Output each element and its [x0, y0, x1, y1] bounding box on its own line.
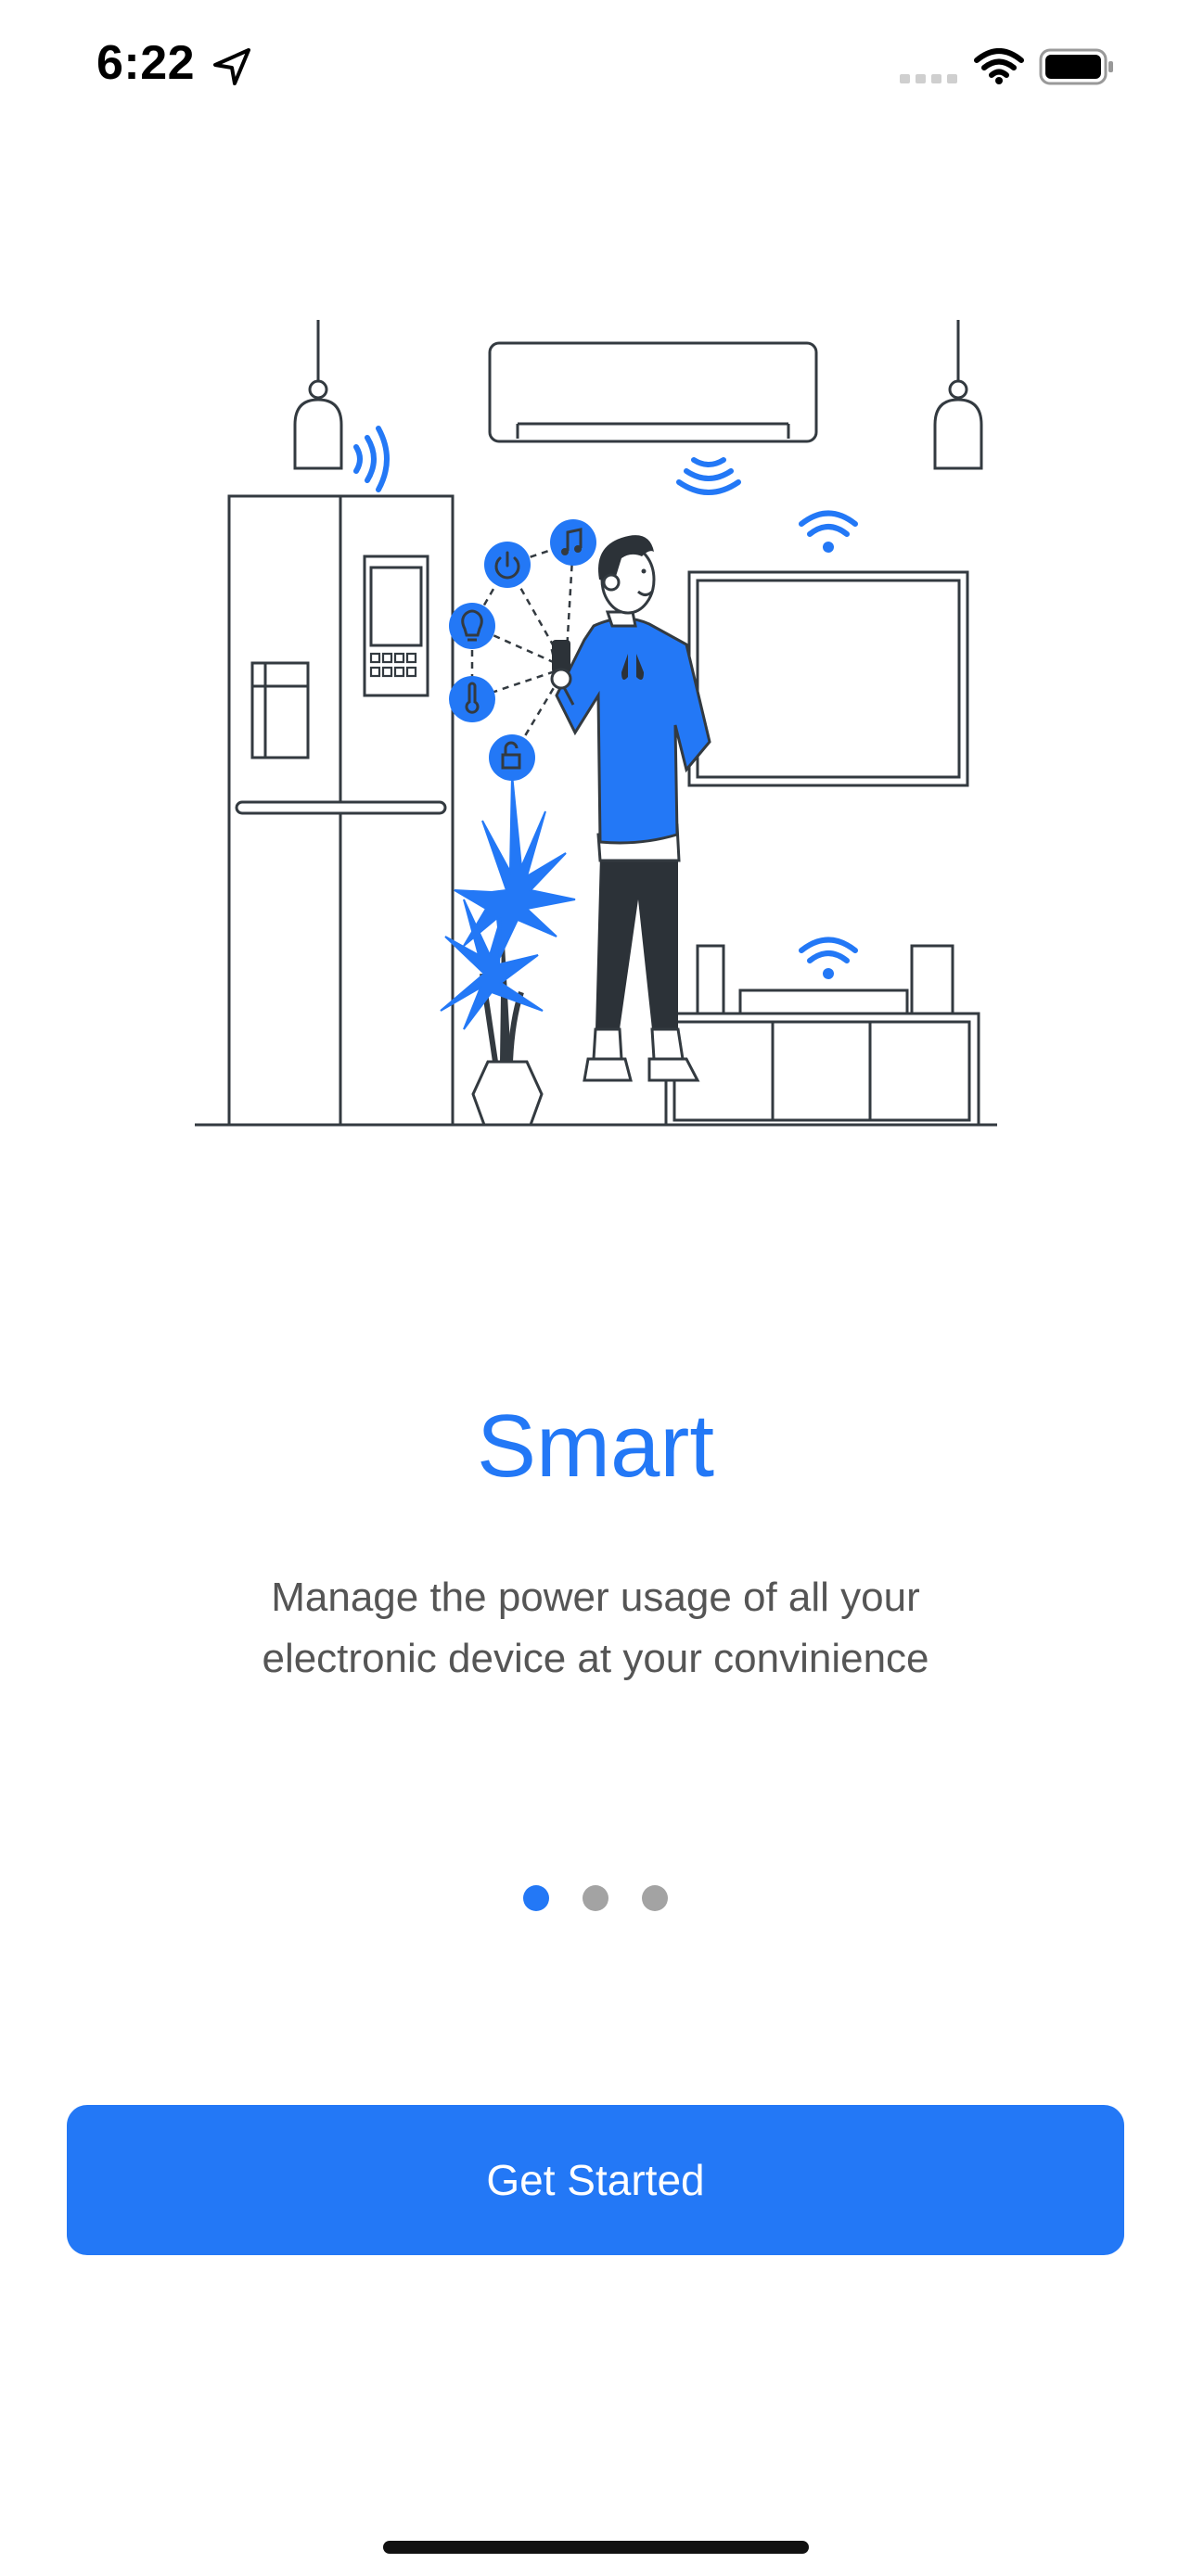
wifi-signal-fridge	[353, 426, 390, 492]
status-time: 6:22	[96, 36, 196, 90]
battery-icon	[1039, 48, 1113, 85]
plant	[440, 773, 576, 1063]
plant-pot	[471, 1060, 544, 1127]
cellular-signal-icon	[900, 74, 957, 83]
air-conditioner	[488, 341, 818, 443]
refrigerator	[227, 494, 455, 1127]
music-note-icon	[550, 519, 596, 566]
page-indicator	[523, 1885, 668, 1911]
man-figure	[550, 535, 711, 1082]
pendant-lamp-right	[933, 320, 983, 470]
home-indicator[interactable]	[383, 2541, 809, 2554]
wifi-signal-stand	[799, 937, 858, 979]
power-icon	[484, 542, 531, 588]
pendant-lamp-left	[293, 320, 343, 470]
tv-stand	[664, 944, 980, 1127]
location-arrow-icon	[213, 48, 250, 85]
lightbulb-icon	[449, 603, 495, 649]
onboarding-title: Smart	[476, 1396, 715, 1496]
description-line-2: electronic device at your convinience	[262, 1636, 929, 1681]
lock-icon	[489, 734, 535, 781]
wifi-icon	[974, 48, 1024, 84]
television	[687, 570, 969, 787]
wifi-signal-tv	[799, 510, 858, 553]
smart-home-illustration	[195, 320, 997, 1127]
thermometer-icon	[449, 676, 495, 722]
status-bar: 6:22	[0, 0, 1191, 130]
get-started-button[interactable]: Get Started	[67, 2105, 1124, 2255]
page-dot-3[interactable]	[642, 1885, 668, 1911]
wifi-signal-ac	[676, 457, 741, 495]
onboarding-description: Manage the power usage of all your elect…	[176, 1567, 1015, 1690]
description-line-1: Manage the power usage of all your	[271, 1575, 920, 1620]
page-dot-2[interactable]	[583, 1885, 608, 1911]
page-dot-1[interactable]	[523, 1885, 549, 1911]
